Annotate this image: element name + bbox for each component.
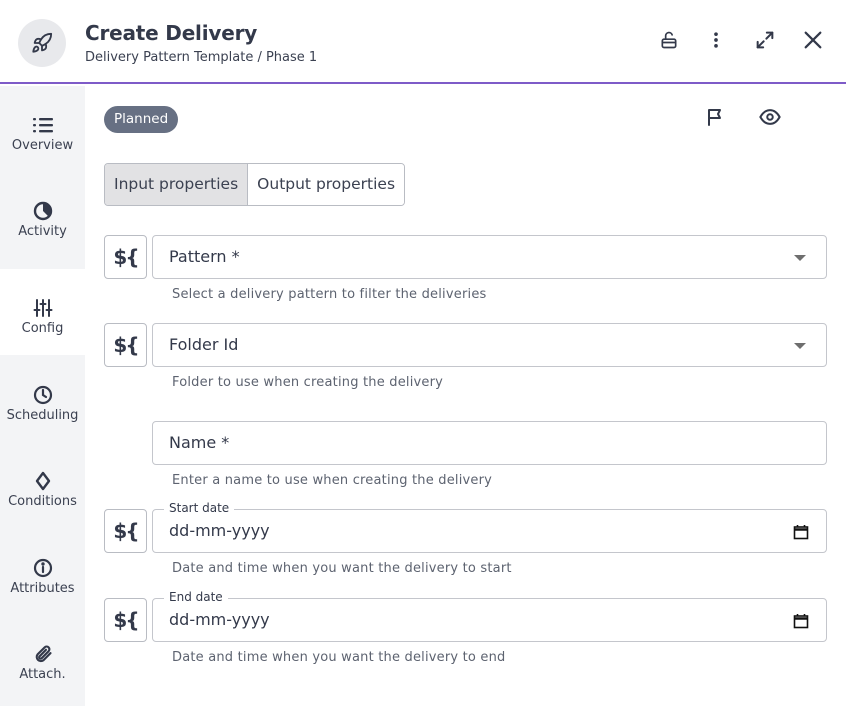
name-input[interactable]: Name * xyxy=(152,421,827,465)
close-icon xyxy=(802,29,824,55)
pattern-helper-text: Select a delivery pattern to filter the … xyxy=(172,287,487,302)
flag-button[interactable] xyxy=(703,107,727,131)
end-date-helper-text: Date and time when you want the delivery… xyxy=(172,650,506,665)
unlock-icon xyxy=(659,30,679,54)
expand-icon xyxy=(754,29,776,55)
info-icon xyxy=(33,557,53,579)
unlock-button[interactable] xyxy=(655,28,683,56)
end-date-label: End date xyxy=(164,590,228,604)
breadcrumb: Delivery Pattern Template / Phase 1 xyxy=(85,50,318,65)
sidebar-item-overview[interactable]: Overview xyxy=(0,86,85,172)
pattern-select[interactable]: Pattern * xyxy=(152,235,827,279)
sidebar-item-label: Scheduling xyxy=(6,408,79,423)
page-title: Create Delivery xyxy=(85,21,258,45)
sidebar-item-config[interactable]: Config xyxy=(0,269,85,355)
sliders-icon xyxy=(33,297,53,319)
pattern-label: Pattern * xyxy=(169,247,240,266)
sidebar-nav: Overview Activity Config Scheduling Cond… xyxy=(0,86,85,706)
sidebar-item-label: Activity xyxy=(18,224,67,239)
clock-icon xyxy=(33,384,53,406)
more-options-button[interactable] xyxy=(702,28,730,56)
activity-icon xyxy=(33,200,53,222)
start-date-label: Start date xyxy=(164,501,235,515)
folder-id-label: Folder Id xyxy=(169,335,239,354)
properties-tabs: Input properties Output properties xyxy=(104,163,406,206)
start-date-expression-button[interactable]: ${ xyxy=(104,509,147,553)
name-label: Name * xyxy=(169,433,230,452)
sidebar-item-scheduling[interactable]: Scheduling xyxy=(0,356,85,442)
chevron-down-icon xyxy=(794,343,806,349)
end-date-input[interactable]: End date dd-mm-yyyy xyxy=(152,590,827,642)
folder-id-helper-text: Folder to use when creating the delivery xyxy=(172,375,444,390)
sidebar-item-label: Conditions xyxy=(8,494,77,509)
sidebar-item-activity[interactable]: Activity xyxy=(0,172,85,258)
sidebar-item-label: Attributes xyxy=(10,581,75,596)
folder-id-select[interactable]: Folder Id xyxy=(152,323,827,367)
status-badge: Planned xyxy=(104,106,179,133)
chevron-down-icon xyxy=(794,255,806,261)
eye-icon xyxy=(759,108,781,130)
diamond-icon xyxy=(34,470,52,492)
sidebar-item-label: Attach. xyxy=(19,667,66,682)
flag-icon xyxy=(705,107,725,131)
tab-output-properties[interactable]: Output properties xyxy=(248,164,405,205)
start-date-helper-text: Date and time when you want the delivery… xyxy=(172,561,512,576)
more-vertical-icon xyxy=(706,30,726,54)
start-date-placeholder: dd-mm-yyyy xyxy=(169,521,270,540)
tab-input-properties[interactable]: Input properties xyxy=(105,164,249,205)
end-date-placeholder: dd-mm-yyyy xyxy=(169,610,270,629)
sidebar-item-label: Overview xyxy=(11,138,74,153)
rocket-icon xyxy=(18,19,66,67)
list-icon xyxy=(32,114,54,136)
calendar-icon[interactable] xyxy=(793,613,809,633)
folder-id-expression-button[interactable]: ${ xyxy=(104,323,147,367)
watch-button[interactable] xyxy=(758,107,782,131)
sidebar-item-label: Config xyxy=(21,321,64,336)
calendar-icon[interactable] xyxy=(793,524,809,544)
start-date-input[interactable]: Start date dd-mm-yyyy xyxy=(152,501,827,553)
config-panel: Planned Input properties Output properti… xyxy=(85,86,846,706)
expand-button[interactable] xyxy=(751,28,779,56)
pattern-expression-button[interactable]: ${ xyxy=(104,235,147,279)
sidebar-item-attributes[interactable]: Attributes xyxy=(0,529,85,615)
close-button[interactable] xyxy=(799,28,827,56)
name-helper-text: Enter a name to use when creating the de… xyxy=(172,473,493,488)
sidebar-item-attachments[interactable]: Attach. xyxy=(0,615,85,701)
paperclip-icon xyxy=(33,643,53,665)
end-date-expression-button[interactable]: ${ xyxy=(104,598,147,642)
sidebar-item-conditions[interactable]: Conditions xyxy=(0,442,85,528)
panel-header: Create Delivery Delivery Pattern Templat… xyxy=(0,0,846,84)
